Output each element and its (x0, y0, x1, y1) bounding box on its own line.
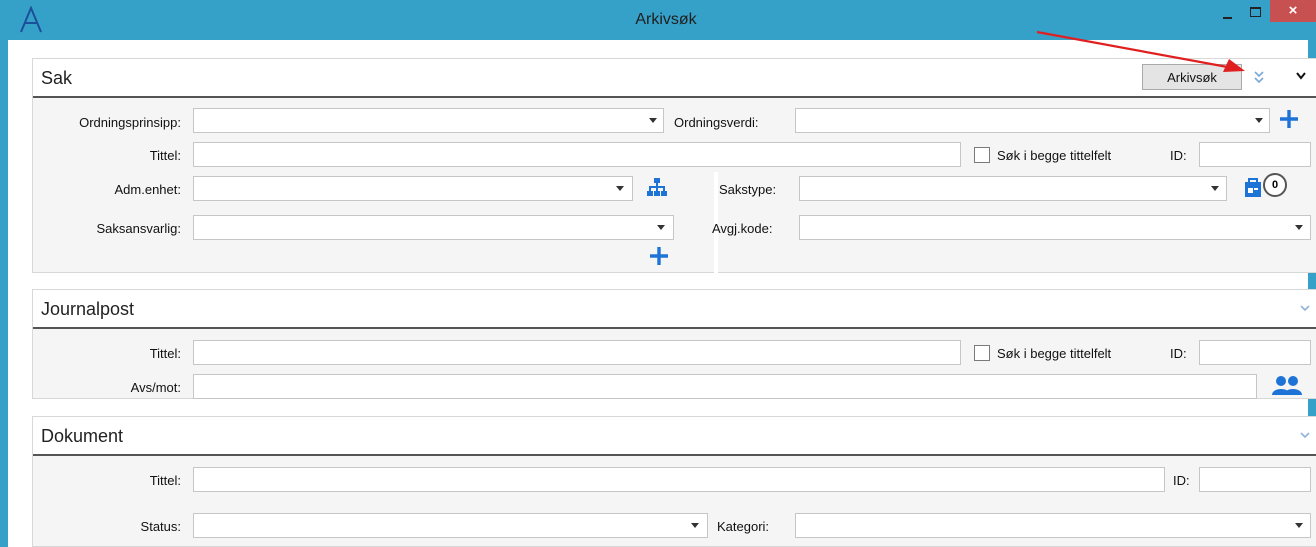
dropdown-arrow-icon (691, 523, 699, 528)
chevron-down-icon[interactable] (1298, 429, 1312, 443)
window-title: Arkivsøk (635, 11, 697, 28)
ordningsprinsipp-label: Ordningsprinsipp: (79, 115, 181, 130)
sak-panel: Sak Arkivsøk Ordningsprinsipp: Ordningsv… (32, 58, 1316, 322)
tittel-label: Tittel: (149, 148, 181, 163)
ordningsprinsipp-select[interactable] (193, 108, 664, 133)
status-label: Status: (140, 519, 181, 534)
count-badge: 0 (1263, 173, 1287, 197)
sok-begge-label: Søk i begge tittelfelt (997, 148, 1112, 163)
journalpost-id-input[interactable] (1199, 340, 1311, 365)
journalpost-title: Journalpost (41, 299, 135, 319)
avgj-kode-label: Avgj.kode: (712, 221, 773, 236)
dokument-header: Dokument (33, 417, 1316, 456)
adm-enhet-select[interactable] (193, 176, 633, 201)
dropdown-arrow-icon (1295, 225, 1303, 230)
maximize-icon[interactable] (1242, 0, 1270, 26)
minimize-icon[interactable] (1214, 0, 1242, 26)
tittel-label: Tittel: (149, 473, 181, 488)
saksansvarlig-select[interactable] (193, 215, 674, 240)
sok-begge-checkbox[interactable] (974, 345, 990, 361)
ordningsverdi-label: Ordningsverdi: (674, 115, 759, 130)
tittel-label: Tittel: (149, 346, 181, 361)
dropdown-arrow-icon (616, 186, 624, 191)
dokument-panel: Dokument Tittel: ID: Status: Kategori: (32, 416, 1316, 547)
journalpost-header: Journalpost (33, 290, 1316, 329)
case-type-icon[interactable] (1243, 177, 1265, 199)
ordningsverdi-select[interactable] (795, 108, 1270, 133)
sok-begge-checkbox[interactable] (974, 147, 990, 163)
adm-enhet-label: Adm.enhet: (114, 182, 182, 197)
sak-tittel-input[interactable] (193, 142, 961, 167)
dropdown-arrow-icon (1295, 523, 1303, 528)
sakstype-select[interactable] (799, 176, 1227, 201)
dokument-id-input[interactable] (1199, 467, 1311, 492)
sak-title: Sak (41, 68, 73, 88)
dokument-tittel-input[interactable] (193, 467, 1165, 492)
persons-icon[interactable] (1271, 374, 1303, 396)
org-tree-icon[interactable] (647, 177, 667, 197)
dropdown-arrow-icon (1255, 118, 1263, 123)
journalpost-tittel-input[interactable] (193, 340, 961, 365)
annotation-arrow (1036, 30, 1245, 72)
close-icon[interactable]: × (1270, 0, 1316, 22)
avs-mot-input[interactable] (193, 374, 1257, 399)
kategori-select[interactable] (795, 513, 1311, 538)
dokument-title: Dokument (41, 426, 124, 446)
add-saksansvarlig-icon[interactable] (649, 246, 669, 266)
journalpost-panel: Journalpost Tittel: Søk i begge tittelfe… (32, 289, 1316, 399)
dropdown-arrow-icon (649, 118, 657, 123)
avs-mot-label: Avs/mot: (130, 380, 181, 395)
kategori-label: Kategori: (717, 519, 770, 534)
dropdown-arrow-icon (1211, 186, 1219, 191)
id-label: ID: (1170, 148, 1187, 163)
saksansvarlig-label: Saksansvarlig: (96, 221, 181, 236)
sak-id-input[interactable] (1199, 142, 1311, 167)
sok-begge-label: Søk i begge tittelfelt (997, 346, 1112, 361)
add-icon[interactable] (1279, 109, 1299, 129)
id-label: ID: (1173, 473, 1190, 488)
dropdown-arrow-icon (657, 225, 665, 230)
avgj-kode-select[interactable] (799, 215, 1311, 240)
chevron-down-icon[interactable] (1298, 302, 1312, 316)
sakstype-label: Sakstype: (719, 182, 777, 197)
status-select[interactable] (193, 513, 708, 538)
chevron-down-icon[interactable] (1295, 71, 1307, 81)
app-window: Arkivsøk × Sak Arkivsøk Ordningsprinsipp… (0, 0, 1316, 547)
id-label: ID: (1170, 346, 1187, 361)
